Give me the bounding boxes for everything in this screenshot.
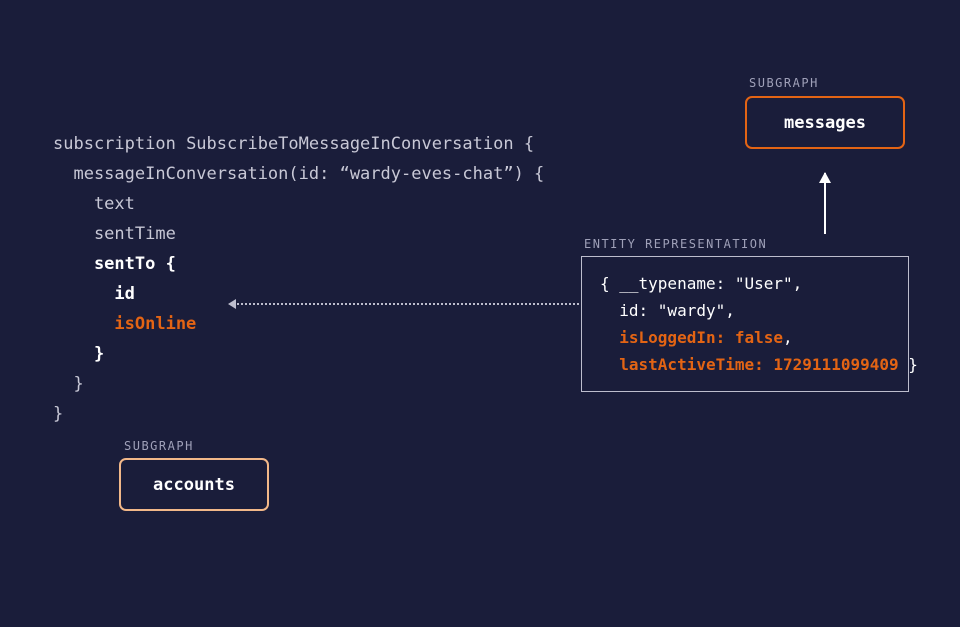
entity-representation-box: { __typename: "User", id: "wardy", isLog… (581, 256, 909, 392)
subgraph-name-accounts: accounts (153, 475, 235, 495)
subgraph-label-accounts: SUBGRAPH (124, 439, 194, 453)
code-line-2: messageInConversation(id: “wardy-eves-ch… (53, 164, 544, 184)
entity-representation-label: ENTITY REPRESENTATION (584, 237, 767, 251)
code-line-7-isonline: isOnline (53, 314, 196, 334)
entity-row-4: lastActiveTime: 1729111099409 } (600, 351, 892, 378)
diagram-canvas: subscription SubscribeToMessageInConvers… (0, 0, 960, 627)
code-line-6: id (53, 284, 135, 304)
arrow-entity-to-messages (824, 173, 826, 234)
code-line-1: subscription SubscribeToMessageInConvers… (53, 134, 534, 154)
subgraph-box-messages: messages (745, 96, 905, 149)
arrow-entity-to-isonline (230, 303, 579, 305)
code-line-8: } (53, 344, 104, 364)
subgraph-label-messages: SUBGRAPH (749, 76, 819, 90)
subgraph-box-accounts: accounts (119, 458, 269, 511)
entity-row-2: id: "wardy", (600, 297, 892, 324)
graphql-subscription-code: subscription SubscribeToMessageInConvers… (53, 99, 544, 429)
subgraph-name-messages: messages (784, 113, 866, 133)
code-line-9: } (53, 374, 84, 394)
entity-row-1: { __typename: "User", (600, 270, 892, 297)
code-line-10: } (53, 404, 63, 424)
code-line-4: sentTime (53, 224, 176, 244)
code-line-5: sentTo { (53, 254, 176, 274)
code-line-3: text (53, 194, 135, 214)
entity-row-3: isLoggedIn: false, (600, 324, 892, 351)
